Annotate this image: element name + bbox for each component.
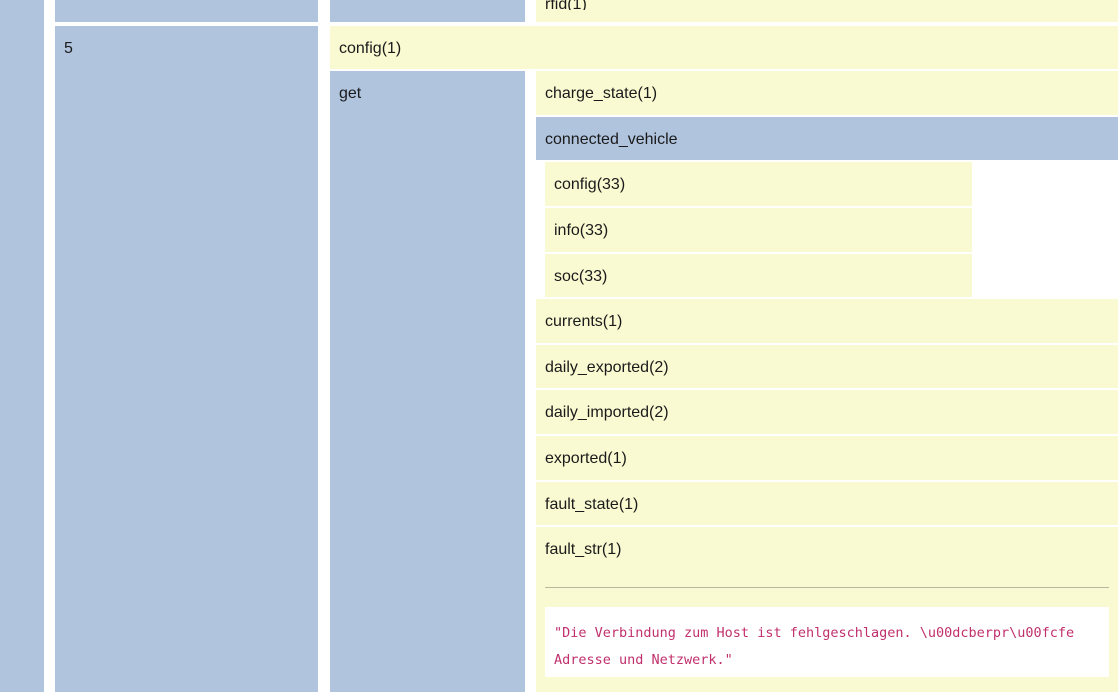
tree-leaf-fault-state[interactable]: fault_state(1) (536, 482, 1118, 525)
tree-leaf-label: config(33) (554, 176, 626, 193)
tree-leaf-label: daily_imported(2) (545, 404, 669, 421)
tree-node-5[interactable]: 5 (55, 26, 318, 692)
tree-leaf-rfid[interactable]: rfid(1) (536, 0, 1118, 22)
tree-leaf-currents[interactable]: currents(1) (536, 299, 1118, 343)
tree-node-get[interactable]: get (330, 71, 525, 692)
tree-node-label: get (339, 85, 362, 102)
tree-leaf-label: exported(1) (545, 450, 627, 467)
tree-leaf-daily-imported[interactable]: daily_imported(2) (536, 390, 1118, 434)
tree-leaf-cv-info[interactable]: info(33) (545, 208, 972, 252)
tree-leaf-label: charge_state(1) (545, 85, 658, 102)
tree-node-label: connected_vehicle (545, 131, 678, 148)
tree-leaf-exported[interactable]: exported(1) (536, 436, 1118, 480)
tree-leaf-label: currents(1) (545, 313, 623, 330)
tree-leaf-label: info(33) (554, 222, 609, 239)
tree-node-previous-child[interactable] (330, 0, 525, 22)
tree-leaf-daily-exported[interactable]: daily_exported(2) (536, 345, 1118, 388)
tree-leaf-label: fault_state(1) (545, 496, 639, 513)
tree-leaf-cv-soc[interactable]: soc(33) (545, 254, 972, 297)
tree-leaf-label: rfid(1) (545, 0, 587, 10)
tree-leaf-charge-state[interactable]: charge_state(1) (536, 71, 1118, 115)
tree-node-connected-vehicle[interactable]: connected_vehicle (536, 117, 1118, 160)
tree-leaf-label: config(1) (339, 40, 402, 57)
tree-root-column (0, 0, 44, 692)
tree-leaf-label: soc(33) (554, 268, 608, 285)
tree-leaf-config[interactable]: config(1) (330, 26, 1118, 69)
tree-node-label: 5 (64, 40, 73, 57)
tree-leaf-label: fault_str(1) (545, 541, 622, 558)
tree-node-previous[interactable] (55, 0, 318, 22)
tree-leaf-fault-str[interactable]: fault_str(1) "Die Verbindung zum Host is… (536, 527, 1118, 692)
value-divider (545, 587, 1109, 588)
tree-leaf-label: daily_exported(2) (545, 359, 669, 376)
fault-message-value: "Die Verbindung zum Host ist fehlgeschla… (545, 607, 1109, 677)
tree-leaf-cv-config[interactable]: config(33) (545, 162, 972, 206)
